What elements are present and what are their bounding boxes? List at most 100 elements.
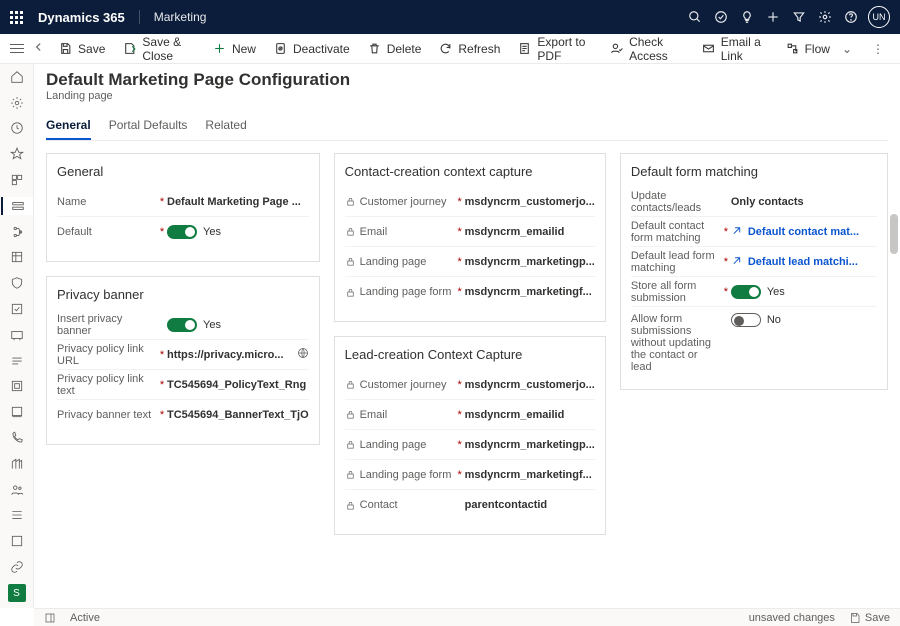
rail-bottom-selector[interactable]: S bbox=[7, 584, 27, 602]
main-content: Default Marketing Page Configuration Lan… bbox=[34, 64, 900, 608]
app-launcher-icon[interactable] bbox=[10, 11, 26, 24]
field-row[interactable]: Customer journey * msdyncrm_customerjo..… bbox=[345, 187, 595, 217]
tab-portal-defaults[interactable]: Portal Defaults bbox=[109, 112, 188, 140]
section-general: General Name * Default Marketing Page ..… bbox=[46, 153, 320, 262]
back-button[interactable] bbox=[29, 40, 49, 57]
lookup-icon bbox=[731, 255, 742, 269]
rail-item-11[interactable] bbox=[7, 326, 27, 344]
toggle-default[interactable] bbox=[167, 225, 197, 239]
field-allow-without-update[interactable]: Allow form submissions without updating … bbox=[631, 307, 877, 375]
globe-icon[interactable] bbox=[297, 347, 309, 362]
rail-people-icon[interactable] bbox=[7, 481, 27, 499]
field-row[interactable]: Landing page * msdyncrm_marketingp... bbox=[345, 247, 595, 277]
email-link-button[interactable]: Email a Link bbox=[694, 34, 776, 63]
field-privacy-url[interactable]: Privacy policy link URL * https://privac… bbox=[57, 340, 309, 370]
field-insert-banner[interactable]: Insert privacy banner Yes bbox=[57, 310, 309, 340]
rail-shield-icon[interactable] bbox=[7, 274, 27, 292]
field-default[interactable]: Default * Yes bbox=[57, 217, 309, 247]
save-icon bbox=[59, 42, 72, 55]
lock-icon bbox=[345, 196, 356, 207]
flow-button[interactable]: Flow⌄ bbox=[778, 34, 860, 63]
help-icon[interactable] bbox=[838, 4, 864, 30]
rail-item-5[interactable] bbox=[7, 171, 27, 189]
open-pane-icon[interactable] bbox=[44, 612, 56, 624]
lock-icon bbox=[345, 409, 356, 420]
field-update-contacts[interactable]: Update contacts/leads Only contacts bbox=[631, 187, 877, 217]
global-nav: Dynamics 365 Marketing UN bbox=[0, 0, 900, 34]
rail-item-16[interactable] bbox=[7, 455, 27, 473]
rail-item-8[interactable] bbox=[7, 249, 27, 267]
rail-item-13[interactable] bbox=[7, 378, 27, 396]
lock-icon bbox=[345, 379, 356, 390]
toggle-allow[interactable] bbox=[731, 313, 761, 327]
field-row[interactable]: Email * msdyncrm_emailid bbox=[345, 400, 595, 430]
rail-item-18[interactable] bbox=[7, 507, 27, 525]
lookup-icon bbox=[731, 225, 742, 239]
rail-item-19[interactable] bbox=[7, 532, 27, 550]
deactivate-button[interactable]: Deactivate bbox=[266, 34, 358, 63]
field-row[interactable]: Landing page form * msdyncrm_marketingf.… bbox=[345, 277, 595, 307]
scrollbar-thumb[interactable] bbox=[890, 214, 898, 254]
left-rail: S bbox=[0, 64, 34, 608]
toggle-insert-banner[interactable] bbox=[167, 318, 197, 332]
search-icon[interactable] bbox=[682, 4, 708, 30]
overflow-menu-icon[interactable]: ⋮ bbox=[864, 42, 892, 56]
new-button[interactable]: New bbox=[205, 34, 264, 63]
rail-link-icon[interactable] bbox=[7, 558, 27, 576]
field-row[interactable]: Contact parentcontactid bbox=[345, 490, 595, 520]
save-button[interactable]: Save bbox=[51, 34, 113, 63]
lock-icon bbox=[345, 256, 356, 267]
tab-related[interactable]: Related bbox=[205, 112, 246, 140]
rail-home-icon[interactable] bbox=[7, 68, 27, 86]
section-heading: Default form matching bbox=[631, 164, 877, 179]
status-unsaved: unsaved changes bbox=[749, 612, 835, 624]
avatar[interactable]: UN bbox=[868, 6, 890, 28]
tab-general[interactable]: General bbox=[46, 112, 91, 140]
section-heading: Privacy banner bbox=[57, 287, 309, 302]
rail-gear-icon[interactable] bbox=[7, 94, 27, 112]
status-active: Active bbox=[70, 612, 100, 624]
section-heading: Lead-creation Context Capture bbox=[345, 347, 595, 362]
toggle-store[interactable] bbox=[731, 285, 761, 299]
rail-item-7[interactable] bbox=[7, 223, 27, 241]
sitemap-toggle-icon[interactable] bbox=[8, 44, 27, 53]
rail-pinned-icon[interactable] bbox=[7, 145, 27, 163]
add-icon[interactable] bbox=[760, 4, 786, 30]
refresh-button[interactable]: Refresh bbox=[431, 34, 508, 63]
rail-phone-icon[interactable] bbox=[7, 429, 27, 447]
lightbulb-icon[interactable] bbox=[734, 4, 760, 30]
field-row[interactable]: Email * msdyncrm_emailid bbox=[345, 217, 595, 247]
field-lead-matching[interactable]: Default lead form matching * Default lea… bbox=[631, 247, 877, 277]
plus-icon bbox=[213, 42, 226, 55]
flow-icon bbox=[786, 42, 799, 55]
rail-recent-icon[interactable] bbox=[7, 120, 27, 138]
status-save-button[interactable]: Save bbox=[849, 612, 890, 624]
field-row[interactable]: Landing page form * msdyncrm_marketingf.… bbox=[345, 460, 595, 490]
field-row[interactable]: Landing page * msdyncrm_marketingp... bbox=[345, 430, 595, 460]
save-close-button[interactable]: Save & Close bbox=[115, 34, 203, 63]
filter-icon[interactable] bbox=[786, 4, 812, 30]
field-privacy-text[interactable]: Privacy policy link text * TC545694_Poli… bbox=[57, 370, 309, 400]
delete-button[interactable]: Delete bbox=[360, 34, 430, 63]
field-store-submission[interactable]: Store all form submission * Yes bbox=[631, 277, 877, 307]
section-heading: General bbox=[57, 164, 309, 179]
rail-item-active[interactable] bbox=[1, 197, 33, 215]
lock-icon bbox=[345, 469, 356, 480]
rail-item-12[interactable] bbox=[7, 352, 27, 370]
deactivate-icon bbox=[274, 42, 287, 55]
form-tabs: General Portal Defaults Related bbox=[46, 112, 888, 141]
task-icon[interactable] bbox=[708, 4, 734, 30]
gear-icon[interactable] bbox=[812, 4, 838, 30]
app-name[interactable]: Marketing bbox=[139, 10, 207, 24]
export-pdf-button[interactable]: Export to PDF bbox=[510, 34, 600, 63]
rail-item-14[interactable] bbox=[7, 403, 27, 421]
email-icon bbox=[702, 42, 715, 55]
page-subtitle: Landing page bbox=[46, 90, 888, 102]
field-name[interactable]: Name * Default Marketing Page ... bbox=[57, 187, 309, 217]
field-row[interactable]: Customer journey * msdyncrm_customerjo..… bbox=[345, 370, 595, 400]
section-contact-capture: Contact-creation context capture Custome… bbox=[334, 153, 606, 322]
field-contact-matching[interactable]: Default contact form matching * Default … bbox=[631, 217, 877, 247]
rail-item-10[interactable] bbox=[7, 300, 27, 318]
check-access-button[interactable]: Check Access bbox=[602, 34, 692, 63]
field-banner-text[interactable]: Privacy banner text * TC545694_BannerTex… bbox=[57, 400, 309, 430]
